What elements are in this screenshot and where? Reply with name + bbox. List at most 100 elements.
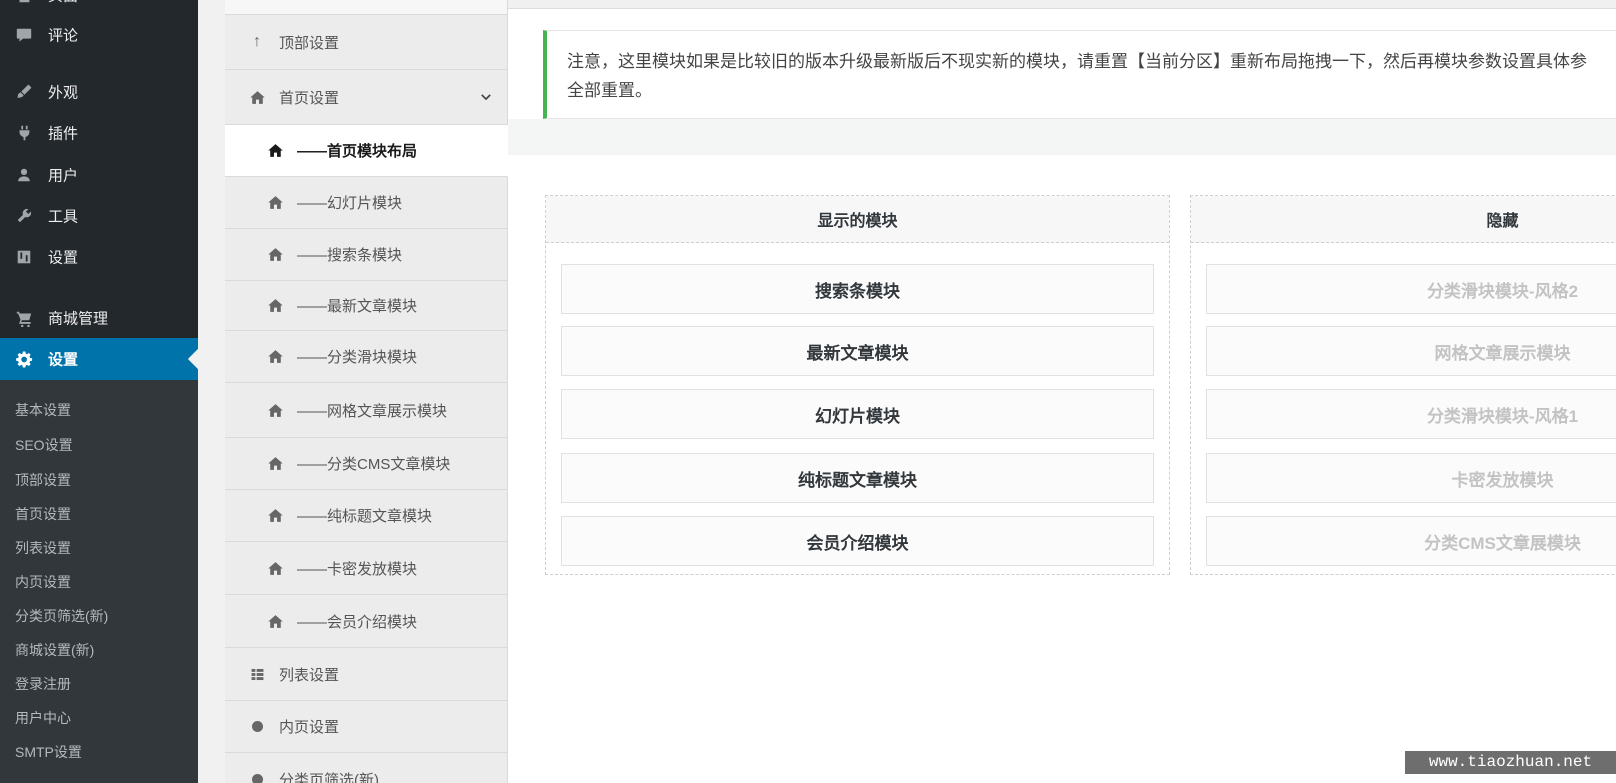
sidebar-item-plugins[interactable]: 插件 — [0, 116, 198, 150]
sidebar-item-pages[interactable]: 页面 — [0, 0, 198, 12]
home-icon — [265, 560, 285, 577]
module-item[interactable]: 会员介绍模块 — [561, 516, 1154, 566]
nav-item-cat-cms-module[interactable]: ——分类CMS文章模块 — [225, 438, 508, 490]
sidebar-submenu: 基本设置 SEO设置 顶部设置 首页设置 列表设置 内页设置 分类页筛选(新) … — [0, 380, 198, 783]
submenu-item-basic[interactable]: 基本设置 — [15, 400, 71, 420]
nav-item-home-module-layout[interactable]: ——首页模块布局 — [225, 125, 508, 177]
hidden-modules-panel: 隐藏 分类滑块模块-风格2 网格文章展示模块 分类滑块模块-风格1 卡密发放模块… — [1190, 195, 1616, 575]
circle-icon — [247, 718, 267, 735]
module-item[interactable]: 搜索条模块 — [561, 264, 1154, 314]
nav-item-member-intro-module[interactable]: ——会员介绍模块 — [225, 595, 508, 648]
circle-icon — [247, 771, 267, 783]
nav-item-top-settings[interactable]: ↑ 顶部设置 — [225, 15, 508, 70]
module-item[interactable]: 分类CMS文章展模块 — [1206, 516, 1616, 566]
module-item[interactable]: 分类滑块模块-风格1 — [1206, 389, 1616, 439]
nav-item-label: ——分类CMS文章模块 — [297, 453, 450, 474]
nav-item-label: 列表设置 — [279, 664, 339, 685]
hidden-panel-title: 隐藏 — [1191, 196, 1616, 243]
home-icon — [247, 89, 267, 106]
sidebar-item-shop-manage[interactable]: 商城管理 — [0, 301, 198, 335]
module-item[interactable]: 纯标题文章模块 — [561, 453, 1154, 503]
sidebar-item-tools[interactable]: 工具 — [0, 199, 198, 233]
sidebar-item-label: 插件 — [48, 123, 78, 144]
sidebar-item-appearance[interactable]: 外观 — [0, 75, 198, 109]
home-icon — [265, 348, 285, 365]
home-icon — [265, 297, 285, 314]
appearance-icon — [14, 82, 34, 102]
notice-line-2: 全部重置。 — [567, 76, 1616, 105]
settings-icon — [14, 247, 34, 267]
tools-icon — [14, 206, 34, 226]
admin-page: 页面 评论 外观 插件 用户 — [0, 0, 1616, 783]
module-item[interactable]: 幻灯片模块 — [561, 389, 1154, 439]
plugins-icon — [14, 123, 34, 143]
list-icon — [247, 666, 267, 683]
nav-item-label: ——搜索条模块 — [297, 244, 402, 265]
submenu-item-seo[interactable]: SEO设置 — [15, 435, 73, 455]
visible-modules-panel: 显示的模块 搜索条模块 最新文章模块 幻灯片模块 纯标题文章模块 会员介绍模块 — [545, 195, 1170, 575]
submenu-item-user-center[interactable]: 用户中心 — [15, 708, 71, 728]
sidebar-item-comments[interactable]: 评论 — [0, 18, 198, 52]
home-icon — [265, 613, 285, 630]
home-icon — [265, 507, 285, 524]
top-strip — [508, 0, 1616, 9]
nav-item-title-only-module[interactable]: ——纯标题文章模块 — [225, 490, 508, 542]
nav-item-grid-posts-module[interactable]: ——网格文章展示模块 — [225, 383, 508, 438]
nav-item-label: ——卡密发放模块 — [297, 558, 417, 579]
submenu-item-list[interactable]: 列表设置 — [15, 538, 71, 558]
nav-item-label: ——分类滑块模块 — [297, 346, 417, 367]
sidebar-gap — [198, 0, 225, 783]
submenu-item-homepage[interactable]: 首页设置 — [15, 504, 71, 524]
main-content: 注意，这里模块如果是比较旧的版本升级最新版后不现实新的模块，请重置【当前分区】重… — [508, 0, 1616, 783]
gear-icon — [14, 349, 34, 369]
submenu-item-smtp[interactable]: SMTP设置 — [15, 742, 82, 762]
nav-item-cat-slider-module[interactable]: ——分类滑块模块 — [225, 331, 508, 383]
nav-item-card-key-module[interactable]: ——卡密发放模块 — [225, 542, 508, 595]
nav-item-label: 分类页筛选(新) — [279, 769, 379, 783]
nav-item-list-settings[interactable]: 列表设置 — [225, 648, 508, 701]
submenu-item-topbar[interactable]: 顶部设置 — [15, 470, 71, 490]
panel-title-text: 隐藏 — [1486, 207, 1518, 231]
sidebar-item-label: 外观 — [48, 82, 78, 103]
toolbar-band — [508, 119, 1616, 155]
sidebar-item-label: 工具 — [48, 206, 78, 227]
submenu-item-login[interactable]: 登录注册 — [15, 674, 71, 694]
nav-item-latest-posts-module[interactable]: ——最新文章模块 — [225, 281, 508, 331]
home-icon — [265, 455, 285, 472]
sidebar-item-users[interactable]: 用户 — [0, 158, 198, 192]
nav-item-label: ——纯标题文章模块 — [297, 505, 432, 526]
nav-item-label: 首页设置 — [279, 87, 339, 108]
nav-item-cat-filter-settings[interactable]: 分类页筛选(新) — [225, 753, 508, 783]
home-icon — [265, 142, 285, 159]
nav-item-slider-module[interactable]: ——幻灯片模块 — [225, 177, 508, 229]
nav-item-searchbar-module[interactable]: ——搜索条模块 — [225, 229, 508, 281]
nav-item-home-settings[interactable]: 首页设置 — [225, 70, 508, 125]
nav-row-partial-top[interactable] — [225, 0, 508, 15]
chevron-down-icon — [479, 90, 493, 104]
module-item[interactable]: 分类滑块模块-风格2 — [1206, 264, 1616, 314]
module-item[interactable]: 卡密发放模块 — [1206, 453, 1616, 503]
nav-item-label: ——幻灯片模块 — [297, 192, 402, 213]
submenu-item-inner[interactable]: 内页设置 — [15, 572, 71, 592]
nav-item-inner-settings[interactable]: 内页设置 — [225, 701, 508, 753]
nav-item-label: 内页设置 — [279, 716, 339, 737]
module-item[interactable]: 网格文章展示模块 — [1206, 326, 1616, 376]
notice-box: 注意，这里模块如果是比较旧的版本升级最新版后不现实新的模块，请重置【当前分区】重… — [543, 30, 1616, 119]
sidebar-item-label: 设置 — [48, 349, 78, 370]
submenu-item-shop[interactable]: 商城设置(新) — [15, 640, 94, 660]
nav-item-label: 顶部设置 — [279, 32, 339, 53]
home-icon — [265, 246, 285, 263]
visible-panel-title: 显示的模块 — [546, 196, 1169, 243]
watermark: www.tiaozhuan.net — [1405, 751, 1616, 774]
panel-title-text: 显示的模块 — [817, 207, 897, 231]
sidebar-item-label: 设置 — [48, 247, 78, 268]
sidebar-item-theme-settings[interactable]: 设置 — [0, 338, 198, 380]
pages-icon — [14, 0, 34, 5]
sidebar-item-label: 评论 — [48, 25, 78, 46]
notice-line-1: 注意，这里模块如果是比较旧的版本升级最新版后不现实新的模块，请重置【当前分区】重… — [567, 47, 1616, 76]
submenu-item-cat-filter[interactable]: 分类页筛选(新) — [15, 606, 108, 626]
sidebar-item-label: 商城管理 — [48, 308, 108, 329]
module-item[interactable]: 最新文章模块 — [561, 326, 1154, 376]
sidebar-item-settings[interactable]: 设置 — [0, 240, 198, 274]
home-icon — [265, 194, 285, 211]
